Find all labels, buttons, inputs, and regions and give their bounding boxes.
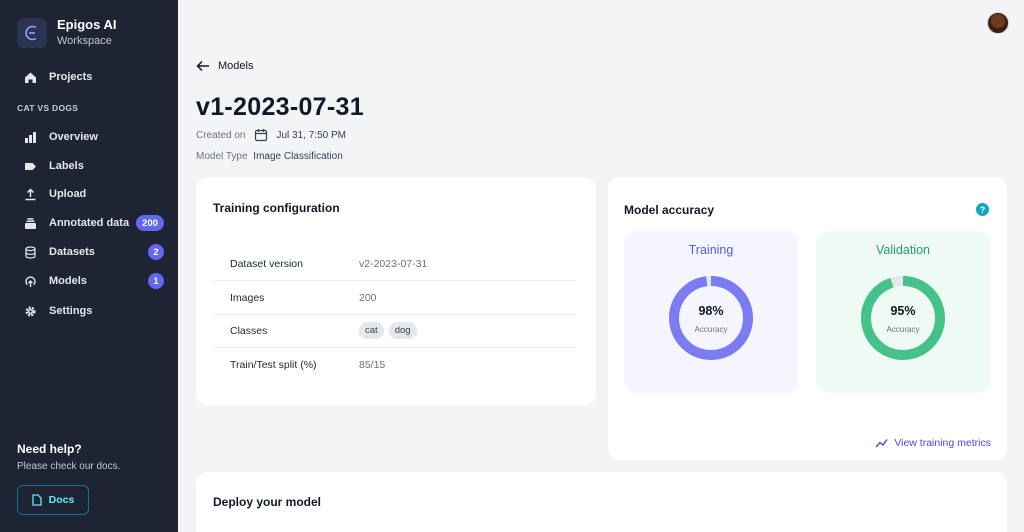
back-to-models-link[interactable]: Models — [196, 60, 253, 72]
training-accuracy-caption: Accuracy — [694, 325, 728, 334]
bar-chart-icon — [23, 130, 37, 144]
sidebar: Epigos AI Workspace Projects CAT VS DOGS… — [0, 0, 178, 532]
validation-accuracy-value: 95% — [890, 304, 916, 318]
sidebar-item-label: Overview — [49, 131, 98, 143]
validation-accuracy-panel: Validation 95% Accuracy — [816, 231, 990, 393]
validation-accuracy-label: Validation — [876, 243, 930, 257]
model-accuracy-card: Model accuracy ? Training 98% Accuracy V… — [608, 177, 1007, 460]
model-icon — [23, 274, 37, 288]
sidebar-item-models[interactable]: Models 1 — [0, 270, 178, 292]
gear-icon — [23, 304, 37, 318]
project-section-title: CAT VS DOGS — [17, 103, 79, 113]
sidebar-item-labels[interactable]: Labels — [0, 155, 178, 177]
view-training-metrics-link[interactable]: View training metrics — [875, 437, 991, 449]
training-accuracy-value: 98% — [698, 304, 724, 318]
config-label: Images — [230, 291, 265, 304]
document-icon — [32, 494, 42, 506]
sidebar-item-overview[interactable]: Overview — [0, 126, 178, 148]
workspace-switcher[interactable]: Epigos AI Workspace — [17, 17, 116, 48]
training-accuracy-panel: Training 98% Accuracy — [624, 231, 798, 393]
deploy-model-title: Deploy your model — [213, 495, 322, 509]
training-configuration-card: Training configuration Dataset version v… — [196, 177, 596, 405]
sidebar-item-label: Datasets — [49, 246, 95, 258]
config-label: Train/Test split (%) — [230, 359, 317, 371]
database-icon — [23, 245, 37, 259]
models-count-badge: 1 — [148, 273, 164, 289]
epigos-logo-icon — [17, 17, 47, 48]
model-accuracy-title: Model accuracy — [624, 203, 715, 217]
help-section: Need help? Please check our docs. — [17, 442, 120, 472]
sidebar-item-datasets[interactable]: Datasets 2 — [0, 241, 178, 263]
config-row-classes: Classes cat dog — [213, 314, 576, 348]
model-type-row: Model Type Image Classification — [196, 151, 343, 162]
config-row-images: Images 200 — [213, 281, 576, 315]
sidebar-item-label: Annotated data — [49, 217, 130, 229]
annotated-count-badge: 200 — [136, 215, 164, 231]
brand-name: Epigos AI — [57, 17, 117, 32]
validation-accuracy-arc — [861, 276, 945, 360]
trend-line-icon — [875, 438, 888, 448]
training-accuracy-ring — [669, 276, 753, 360]
created-on-value: Jul 31, 7:50 PM — [276, 129, 346, 141]
docs-button[interactable]: Docs — [17, 485, 89, 515]
validation-accuracy-ring — [861, 276, 945, 360]
question-help-icon[interactable]: ? — [976, 203, 989, 216]
calendar-icon — [254, 128, 268, 142]
sidebar-item-settings[interactable]: Settings — [0, 300, 178, 322]
config-row-train-test-split: Train/Test split (%) 85/15 — [213, 348, 576, 382]
help-subtitle: Please check our docs. — [17, 461, 121, 472]
sidebar-item-projects[interactable]: Projects — [0, 66, 178, 88]
config-value: 200 — [359, 291, 377, 304]
config-value: 85/15 — [359, 359, 386, 371]
docs-button-label: Docs — [48, 494, 75, 506]
sidebar-item-upload[interactable]: Upload — [0, 183, 178, 205]
config-row-dataset-version: Dataset version v2-2023-07-31 — [213, 247, 576, 281]
home-icon — [23, 70, 37, 84]
created-on-label: Created on — [196, 129, 246, 141]
config-label: Dataset version — [230, 257, 303, 270]
sidebar-item-annotated-data[interactable]: Annotated data 200 — [0, 212, 178, 234]
upload-icon — [23, 187, 37, 201]
sidebar-item-label: Labels — [49, 160, 84, 172]
help-title: Need help? — [17, 442, 82, 456]
page-title: v1-2023-07-31 — [196, 93, 364, 121]
training-accuracy-arc — [669, 276, 753, 360]
config-value: v2-2023-07-31 — [359, 257, 428, 270]
view-training-metrics-label: View training metrics — [894, 437, 991, 449]
class-chip-dog: dog — [388, 322, 417, 339]
created-on-row: Created on Jul 31, 7:50 PM — [196, 128, 346, 142]
training-configuration-title: Training configuration — [213, 201, 340, 215]
class-chips: cat dog — [359, 322, 422, 339]
sidebar-item-label: Settings — [49, 305, 93, 317]
training-accuracy-label: Training — [688, 243, 734, 257]
class-chip-cat: cat — [359, 322, 384, 339]
tag-icon — [23, 159, 37, 173]
datasets-count-badge: 2 — [148, 244, 164, 260]
sidebar-item-label: Projects — [49, 71, 93, 83]
validation-accuracy-caption: Accuracy — [886, 325, 920, 334]
arrow-left-icon — [196, 60, 210, 72]
model-type-label: Model Type — [196, 151, 248, 162]
model-type-value: Image Classification — [253, 151, 343, 162]
workspace-label: Workspace — [57, 35, 112, 47]
sidebar-item-label: Models — [49, 275, 87, 287]
back-link-label: Models — [218, 60, 254, 72]
sidebar-item-label: Upload — [49, 188, 87, 200]
deploy-model-card: Deploy your model — [196, 472, 1007, 532]
user-avatar[interactable] — [987, 12, 1009, 34]
config-label: Classes — [230, 324, 268, 337]
stack-icon — [23, 216, 37, 230]
